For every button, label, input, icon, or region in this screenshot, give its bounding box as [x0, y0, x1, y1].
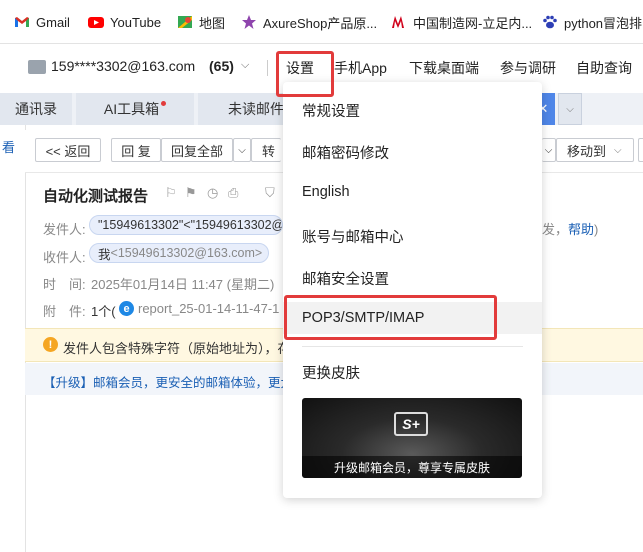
sender-label: 发件人: [43, 222, 86, 237]
notification-dot [161, 100, 167, 106]
sender-chip[interactable]: "15949613302"<"15949613302@ [89, 215, 283, 235]
toolbar-overflow-button[interactable] [638, 138, 643, 162]
made-in-china-icon [391, 14, 407, 30]
tab-label: 未读邮件 [228, 101, 284, 117]
menu-item-security-settings[interactable]: 邮箱安全设置 [302, 268, 389, 289]
flag-icon[interactable]: ⚑ [185, 185, 197, 201]
skin-banner-text: 升级邮箱会员，尊享专属皮肤 [333, 460, 490, 475]
mailbox-icon [28, 60, 46, 74]
bookmark-label: YouTube [110, 14, 162, 30]
attachment-label: 附 件: [43, 304, 86, 319]
sidebar: 看 [0, 125, 26, 552]
warning-icon: ! [43, 337, 58, 352]
menu-item-change-skin[interactable]: 更换皮肤 [302, 362, 360, 383]
bookmark-gmail[interactable]: Gmail [14, 13, 70, 31]
reply-button[interactable]: 回 复 [111, 138, 161, 162]
pop3-highlight-box [284, 295, 497, 340]
sender-help-tail[interactable]: 发，帮助) [542, 219, 598, 238]
nav-download-desktop[interactable]: 下载桌面端 [409, 58, 479, 78]
axureshop-icon [241, 14, 257, 30]
recipient-address: <15949613302@163.com> [110, 246, 263, 260]
bookmark-label: python冒泡排 [564, 15, 643, 31]
menu-item-account-center[interactable]: 账号与邮箱中心 [302, 226, 404, 247]
bookmark-label: 中国制造网-立足内... [413, 15, 533, 31]
maps-icon [177, 14, 193, 30]
bookmark-maps[interactable]: 地图 [177, 13, 225, 31]
more-dropdown-icon[interactable]: ⌵ [542, 138, 556, 162]
print-icon[interactable]: ⎙ [228, 185, 238, 201]
tab-ai-tools[interactable]: AI工具箱 [76, 93, 194, 125]
bookmark-label: AxureShop产品原... [263, 15, 378, 31]
bookmark-made-in-china[interactable]: 中国制造网-立足内... [391, 13, 532, 31]
menu-item-change-password[interactable]: 邮箱密码修改 [302, 142, 389, 163]
reply-all-dropdown-icon[interactable]: ⌵ [233, 138, 251, 162]
recipient-chip[interactable]: 我 <15949613302@163.com> [89, 243, 269, 263]
chevron-down-icon[interactable]: ⌵ [241, 59, 249, 72]
recipient-name: 我 [98, 247, 111, 262]
bookmark-youtube[interactable]: YouTube [88, 13, 161, 31]
tabs-dropdown-icon[interactable]: ⌵ [558, 93, 582, 125]
nav-self-service[interactable]: 自助查询 [576, 58, 632, 78]
unread-count: (65) [209, 58, 234, 74]
recipient-label: 收件人: [43, 250, 86, 265]
menu-item-general-settings[interactable]: 常规设置 [302, 100, 360, 121]
bookmark-axureshop[interactable]: AxureShop产品原... [241, 13, 377, 31]
ie-file-icon: e [119, 301, 134, 316]
bookmark-label: 地图 [199, 15, 226, 31]
clock-icon[interactable]: ◷ [207, 185, 218, 201]
paw-icon [542, 14, 558, 30]
sender-address: "15949613302"<"15949613302@ [98, 218, 283, 232]
account-email[interactable]: 159****3302@163.com [51, 58, 195, 74]
settings-dropdown: 常规设置 邮箱密码修改 English 账号与邮箱中心 邮箱安全设置 POP3/… [283, 82, 542, 498]
tab-contacts[interactable]: 通讯录 [0, 93, 72, 125]
back-button[interactable]: << 返回 [35, 138, 101, 162]
nav-survey[interactable]: 参与调研 [500, 58, 556, 78]
tab-label: 通讯录 [15, 101, 57, 117]
tab-unread[interactable]: 未读邮件 [198, 93, 293, 125]
sidebar-edge-link[interactable]: 看 [2, 137, 15, 156]
attachment-count: 1个( [91, 304, 116, 319]
divider [267, 60, 268, 76]
time-label: 时 间: [43, 277, 86, 292]
move-to-button[interactable]: 移动到 ⌵ [556, 138, 634, 162]
settings-highlight-box [276, 51, 334, 97]
bookmark-label: Gmail [36, 14, 70, 30]
gmail-icon [14, 14, 30, 30]
bookmarks-bar: Gmail YouTube 地图 AxureShop产品原... 中国制造网-立… [0, 0, 643, 44]
menu-divider [302, 346, 523, 347]
shield-icon[interactable]: ⛉ [265, 185, 275, 201]
promo-link[interactable]: 【升级】邮箱会员，更安全的邮箱体验，更大 [43, 372, 293, 391]
skin-upgrade-banner[interactable]: S+ 升级邮箱会员，尊享专属皮肤 [302, 398, 522, 478]
skin-banner-caption: 升级邮箱会员，尊享专属皮肤 [302, 456, 522, 478]
mail-time: 2025年01月14日 11:47 (星期二) [91, 277, 275, 292]
nav-mobile-app[interactable]: 手机App [334, 58, 387, 78]
move-to-label: 移动到 [567, 143, 607, 159]
forward-button[interactable]: 转 [251, 138, 281, 162]
chevron-down-icon: ⌵ [614, 144, 622, 156]
bookmark-python[interactable]: python冒泡排 [542, 13, 642, 31]
svip-logo-icon: S+ [394, 412, 428, 436]
attachment-name[interactable]: report_25-01-14-11-47-1 [138, 301, 279, 316]
mail-subject: 自动化测试报告 [43, 188, 149, 205]
reply-all-button[interactable]: 回复全部 [161, 138, 233, 162]
bookmark-icon[interactable]: ⚐ [165, 185, 177, 201]
warning-text: 发件人包含特殊字符（原始地址为），存在 [63, 341, 304, 356]
menu-item-english[interactable]: English [302, 184, 350, 200]
youtube-icon [88, 14, 104, 30]
tab-label: AI工具箱 [103, 101, 160, 117]
